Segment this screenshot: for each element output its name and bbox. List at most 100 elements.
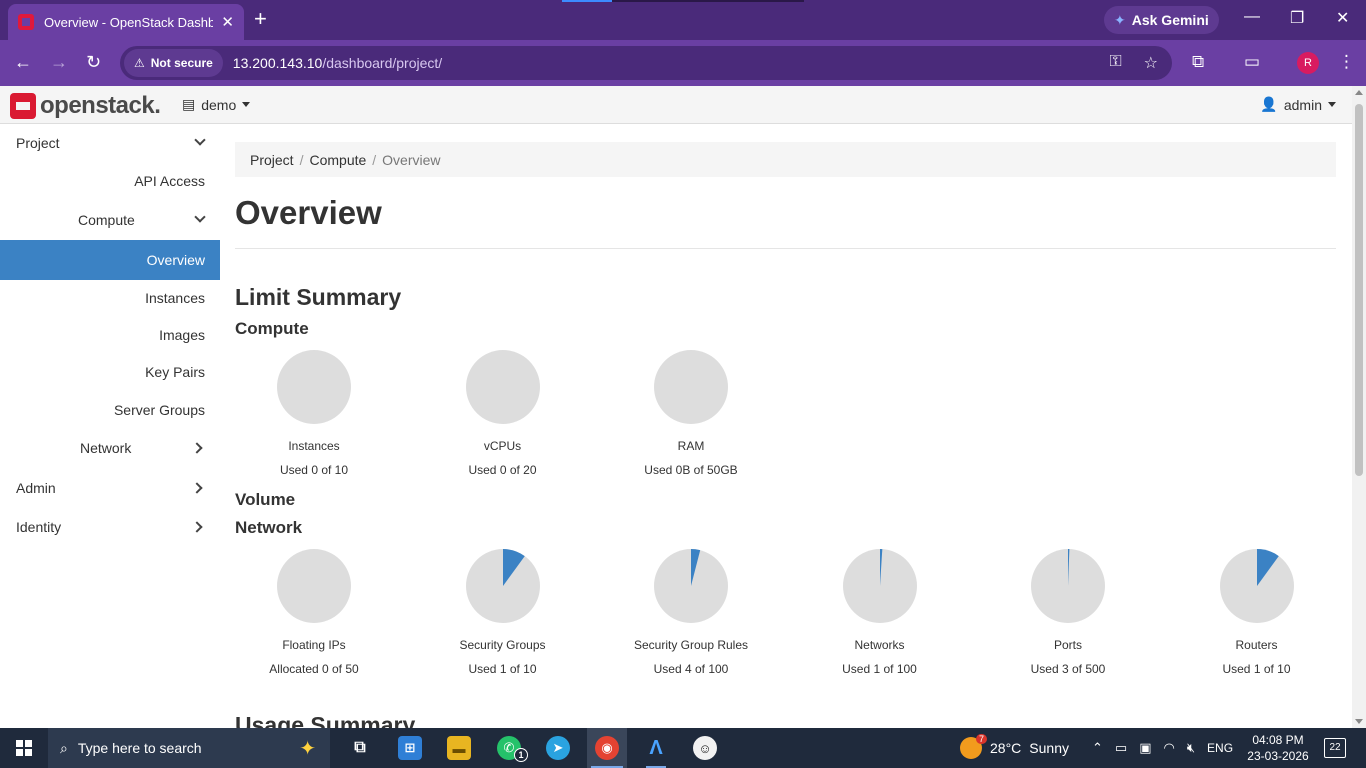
quota-label: vCPUs <box>483 439 522 453</box>
language-indicator[interactable]: ENG <box>1207 741 1233 755</box>
url-path: /dashboard/project/ <box>322 55 443 71</box>
reload-icon[interactable]: ↻ <box>86 52 101 73</box>
quota-pie-chart <box>465 350 540 424</box>
sidebar-item-label: Images <box>159 327 205 343</box>
sidebar-item-images[interactable]: Images <box>0 316 220 354</box>
scroll-down-arrow-icon[interactable] <box>1355 719 1363 724</box>
quota-usage-text: Used 0B of 50GB <box>644 463 738 477</box>
weather-badge: 7 <box>976 734 988 744</box>
browser-tab-overview[interactable]: Overview - OpenStack Dashboard ✕ <box>8 4 244 40</box>
sidebar-item-overview[interactable]: Overview <box>0 240 220 280</box>
ask-gemini-button[interactable]: ✦ Ask Gemini <box>1104 6 1219 34</box>
show-hidden-icons-chevron-icon[interactable]: ⌃ <box>1092 740 1103 756</box>
system-tray: ⌃ ▭ ▣ ◠ 🔇︎ ENG <box>1092 728 1233 768</box>
openstack-logo-icon <box>10 93 36 119</box>
weather-widget[interactable]: 7 28°C Sunny <box>960 728 1069 768</box>
caret-down-icon <box>1328 102 1336 107</box>
battery-icon[interactable]: ▭ <box>1115 740 1127 756</box>
list-icon: ▤ <box>182 96 196 112</box>
quota-card: Networks Used 1 of 100 <box>800 548 960 676</box>
windows-start-icon[interactable] <box>16 740 32 756</box>
notification-center-icon[interactable]: 22 <box>1324 738 1346 758</box>
telegram-icon[interactable]: ➤ <box>546 736 570 760</box>
compute-heading: Compute <box>235 319 309 338</box>
close-window-button[interactable]: ✕ <box>1336 8 1349 28</box>
limit-summary-heading: Limit Summary <box>235 284 402 310</box>
not-secure-label: Not secure <box>150 56 213 70</box>
sidebar-item-compute[interactable]: Compute <box>0 201 220 239</box>
page-scrollbar[interactable] <box>1352 86 1366 728</box>
back-arrow-icon[interactable]: ← <box>14 52 32 73</box>
sidebar-item-label: Identity <box>16 519 62 535</box>
minimize-window-button[interactable]: — <box>1244 8 1260 26</box>
task-view-icon[interactable]: ⧉ <box>348 736 372 760</box>
quota-label: Ports <box>1053 638 1082 652</box>
sidebar-item-label: Overview <box>146 252 205 268</box>
quota-usage-text: Used 0 of 20 <box>468 463 537 477</box>
quota-label: Instances <box>288 439 340 453</box>
microsoft-store-icon[interactable]: ⊞ <box>398 736 422 760</box>
project-switcher[interactable]: ▤ demo <box>182 96 251 113</box>
sidebar-item-server-groups[interactable]: Server Groups <box>0 391 220 429</box>
browser-tab-strip: Overview - OpenStack Dashboard ✕ + ✦ Ask… <box>0 0 1366 40</box>
clock-date: 23-03-2026 <box>1247 749 1309 763</box>
sidebar-item-instances[interactable]: Instances <box>0 279 220 317</box>
tab-search-icon[interactable]: ▭ <box>1244 52 1260 72</box>
search-highlight-icon[interactable]: ✦ <box>299 736 316 761</box>
sidebar-item-label: Admin <box>16 480 56 496</box>
file-explorer-icon[interactable]: ▬ <box>447 736 471 760</box>
speaker-muted-icon[interactable]: 🔇︎ <box>1187 740 1195 756</box>
app-a-icon[interactable]: Λ <box>644 736 668 760</box>
quota-card: Floating IPs Allocated 0 of 50 <box>235 548 394 676</box>
password-key-icon[interactable]: ⚿ <box>1109 53 1121 73</box>
quota-card: Ports Used 3 of 500 <box>988 548 1148 676</box>
address-bar[interactable]: ⚠ Not secure 13.200.143.10 /dashboard/pr… <box>120 46 1172 80</box>
breadcrumb-compute[interactable]: Compute <box>309 152 366 168</box>
forward-arrow-icon[interactable]: → <box>50 52 68 73</box>
sidebar-item-network[interactable]: Network <box>0 429 220 467</box>
caret-down-icon <box>242 102 251 107</box>
scroll-up-arrow-icon[interactable] <box>1355 90 1363 95</box>
project-name: demo <box>201 96 237 113</box>
sidebar-item-identity[interactable]: Identity <box>0 508 220 546</box>
sidebar-item-key-pairs[interactable]: Key Pairs <box>0 353 220 391</box>
meet-now-icon[interactable]: ▣ <box>1139 740 1151 756</box>
quota-label: RAM <box>677 439 705 453</box>
clock-time: 04:08 PM <box>1252 733 1304 747</box>
close-tab-icon[interactable]: ✕ <box>221 13 234 31</box>
tab-strip-accent-dark <box>612 0 804 2</box>
llama-app-icon[interactable]: ☺ <box>693 736 717 760</box>
user-name: admin <box>1283 96 1322 113</box>
chrome-icon[interactable]: ◉ <box>595 736 619 760</box>
scrollbar-thumb[interactable] <box>1355 104 1363 476</box>
search-icon: ⌕ <box>60 739 68 756</box>
site-security-chip[interactable]: ⚠ Not secure <box>124 49 223 77</box>
restore-window-button[interactable]: ❐ <box>1290 8 1304 28</box>
chevron-right-icon <box>191 442 203 454</box>
sidebar-item-label: Key Pairs <box>145 364 205 380</box>
bookmark-star-icon[interactable]: ☆ <box>1144 53 1158 73</box>
extensions-puzzle-icon[interactable]: ⧉ <box>1192 52 1204 72</box>
sidebar-item-label: Network <box>80 440 132 456</box>
quota-pie-chart <box>1031 549 1105 623</box>
quota-card: vCPUs Used 0 of 20 <box>423 349 583 477</box>
new-tab-button[interactable]: + <box>254 8 267 30</box>
browser-menu-icon[interactable]: ⋮ <box>1338 52 1355 72</box>
breadcrumb-project[interactable]: Project <box>250 152 294 168</box>
quota-pie-chart <box>654 549 728 623</box>
sidebar-item-project[interactable]: Project <box>0 124 220 162</box>
sidebar-item-api-access[interactable]: API Access <box>0 162 220 200</box>
warning-triangle-icon: ⚠ <box>134 56 145 70</box>
taskbar-clock[interactable]: 04:08 PM 23-03-2026 <box>1246 732 1310 764</box>
page-title: Overview <box>235 194 382 231</box>
sidebar-item-admin[interactable]: Admin <box>0 469 220 507</box>
tab-title: Overview - OpenStack Dashboard <box>44 14 214 30</box>
taskbar-search-box[interactable]: ⌕ Type here to search ✦ <box>48 728 330 768</box>
quota-pie-chart <box>1219 549 1294 623</box>
profile-avatar[interactable]: R <box>1297 52 1319 74</box>
user-menu[interactable]: 👤 admin <box>1260 96 1336 113</box>
user-icon: 👤 <box>1260 96 1278 112</box>
wifi-icon[interactable]: ◠ <box>1164 740 1175 756</box>
openstack-logo[interactable]: openstack. <box>10 92 161 120</box>
quota-label: Security Groups <box>459 638 546 652</box>
